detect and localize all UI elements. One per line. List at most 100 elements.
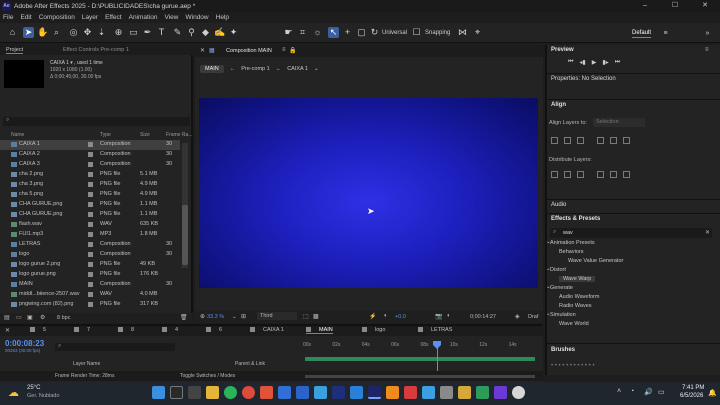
rotate-icon[interactable]: ↻ [369, 27, 380, 38]
type-tool-icon[interactable]: T [156, 27, 167, 38]
label-color-swatch[interactable] [88, 182, 93, 187]
chevron-down-icon[interactable]: ⌄ [546, 239, 551, 245]
tray-chevron-icon[interactable]: ˄ [617, 388, 621, 395]
lock-icon[interactable]: 🔒 [289, 47, 296, 54]
hand-tool-icon[interactable]: ✋ [37, 27, 48, 38]
store-icon[interactable] [314, 386, 327, 399]
exposure-value[interactable]: +0.0 [395, 314, 406, 320]
puppet-tool-icon[interactable]: ✦ [228, 27, 239, 38]
task-view-icon[interactable] [188, 386, 201, 399]
volume-icon[interactable]: 🔊 [644, 388, 653, 396]
project-item-row[interactable]: logo Composition 30 [0, 250, 180, 260]
timeline-tab[interactable]: logo [362, 327, 385, 333]
resolution-select[interactable]: Third [257, 312, 297, 320]
project-scrollbar-thumb[interactable] [182, 205, 188, 265]
col-name[interactable]: Name [11, 132, 24, 138]
effects-tree-item[interactable]: Radio Waves [559, 303, 592, 309]
effects-presets-title[interactable]: Effects & Presets [551, 216, 600, 222]
snapshot-icon[interactable]: 📷 [435, 313, 442, 320]
draft-3d-label[interactable]: Draf [528, 314, 538, 320]
label-color-swatch[interactable] [88, 282, 93, 287]
wifi-icon[interactable]: ◔ [630, 388, 634, 395]
teams-icon[interactable] [494, 386, 507, 399]
new-folder-icon[interactable]: ▭ [16, 314, 22, 321]
toggle-switches-modes[interactable]: Toggle Switches / Modes [180, 373, 235, 379]
timeline-tab[interactable]: 6 [206, 327, 222, 333]
effects-tree-item[interactable]: Wave World [559, 321, 589, 327]
close-icon[interactable]: ✕ [5, 327, 10, 334]
project-item-row[interactable]: cha 2.png PNG file 5.1 MB [0, 170, 180, 180]
align-top-icon[interactable] [597, 137, 604, 144]
label-color-swatch[interactable] [88, 142, 93, 147]
align-hcenter-icon[interactable] [564, 137, 571, 144]
label-color-swatch[interactable] [88, 252, 93, 257]
new-comp-icon[interactable]: ▣ [27, 314, 33, 321]
first-frame-icon[interactable]: ⏮ [568, 59, 573, 66]
label-color-swatch[interactable] [88, 292, 93, 297]
project-item-row[interactable]: cha 5.png PNG file 4.9 MB [0, 190, 180, 200]
zoom-level[interactable]: 33.3 % [207, 314, 224, 320]
comp-tab-precomp1[interactable]: Pre-comp 1 [241, 66, 269, 72]
distribute-top-icon[interactable] [551, 171, 558, 178]
acrobat-icon[interactable] [404, 386, 417, 399]
align-panel-title[interactable]: Align [551, 102, 566, 108]
close-button[interactable]: ✕ [690, 0, 720, 12]
panel-menu-icon[interactable]: ≡ [705, 47, 709, 53]
audio-panel-title[interactable]: Audio [551, 202, 566, 208]
exposure-icon[interactable]: ◑ [383, 313, 387, 319]
align-right-icon[interactable] [577, 137, 584, 144]
parent-link-column[interactable]: Parent & Link [235, 361, 265, 367]
weather-temp[interactable]: 25°C [27, 385, 40, 391]
menu-icon[interactable]: ≡ [282, 47, 286, 53]
col-type[interactable]: Type [100, 132, 111, 138]
project-item-row[interactable]: CAIXA 3 Composition 30 [0, 160, 180, 170]
timeline-tab[interactable]: 5 [30, 327, 46, 333]
grid-icon[interactable]: ⊞ [241, 313, 246, 320]
transparency-grid-icon[interactable]: ▩ [313, 313, 319, 320]
composition-tab[interactable]: Composition MAIN [226, 48, 272, 54]
project-item-row[interactable]: CHA GURUE.png PNG file 1.1 MB [0, 210, 180, 220]
zoom-slider[interactable] [305, 375, 535, 378]
illustrator-icon[interactable] [386, 386, 399, 399]
workspace-menu-icon[interactable]: ≡ [660, 28, 671, 39]
weather-desc[interactable]: Ger. Nublado [27, 393, 59, 399]
eraser-tool-icon[interactable]: ◆ [200, 27, 211, 38]
label-color-swatch[interactable] [88, 162, 93, 167]
pen-tool-icon[interactable]: ✒ [142, 27, 153, 38]
excel-icon[interactable] [476, 386, 489, 399]
selection-tool-icon[interactable]: ➤ [23, 27, 34, 38]
project-item-row[interactable]: LETRAS Composition 30 [0, 240, 180, 250]
effects-tree-item[interactable]: Distort [550, 267, 566, 273]
chevron-down-icon[interactable]: ⌄ [546, 266, 551, 272]
label-color-swatch[interactable] [88, 152, 93, 157]
orbit-camera-icon[interactable]: ◎ [68, 27, 79, 38]
distribute-hcenter-icon[interactable] [610, 171, 617, 178]
brushes-panel-title[interactable]: Brushes [551, 347, 575, 353]
magnify-icon[interactable]: ⊕ [200, 313, 205, 320]
align-bottom-icon[interactable] [623, 137, 630, 144]
distribute-bottom-icon[interactable] [577, 171, 584, 178]
clock-time[interactable]: 7:41 PM [682, 385, 704, 391]
timeline-tab[interactable]: 4 [162, 327, 178, 333]
chrome-icon[interactable] [242, 386, 255, 399]
file-explorer-icon[interactable] [206, 386, 219, 399]
distribute-right-icon[interactable] [623, 171, 630, 178]
chevron-down-icon[interactable]: ⌄ [546, 284, 551, 290]
mail-icon[interactable] [422, 386, 435, 399]
maximize-button[interactable]: ☐ [660, 0, 690, 12]
dolly-camera-icon[interactable]: ⇣ [96, 27, 107, 38]
show-channel-icon[interactable]: ◐ [447, 313, 451, 319]
align-left-icon[interactable] [551, 137, 558, 144]
menu-layer[interactable]: Layer [82, 14, 98, 21]
label-color-swatch[interactable] [88, 212, 93, 217]
effects-tree-item[interactable]: Wave Warp [559, 276, 596, 282]
preview-panel-title[interactable]: Preview [551, 47, 574, 53]
rectangle-tool-icon[interactable]: ▭ [128, 27, 139, 38]
menu-view[interactable]: View [165, 14, 179, 21]
snapping-label[interactable]: Snapping [425, 30, 450, 36]
edge-icon[interactable] [278, 386, 291, 399]
sun-icon[interactable]: ☼ [312, 27, 323, 38]
minimize-button[interactable]: – [630, 0, 660, 12]
comp-tab-caixa1[interactable]: CAIXA 1 [287, 66, 308, 72]
timeline-tab[interactable]: 8 [118, 327, 134, 333]
